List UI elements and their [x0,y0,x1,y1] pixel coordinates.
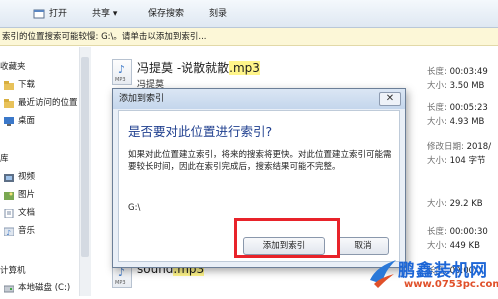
file-meta-2: 大小: 29.2 KB [427,199,483,209]
burn-label: 刻录 [209,9,228,19]
file-meta-1: 修改日期: 2018/ [427,142,492,152]
desktop-icon [4,116,14,126]
file-meta-1: 长度: 00:05:23 [427,103,488,113]
navigation-pane: 收藏夹 下载 最近访问的位置 桌面 库 视频 图片 文档 ♪ 音乐 计算机 本地磁… [0,47,91,296]
close-button[interactable]: ✕ [379,92,401,106]
dialog-title-bar[interactable]: 添加到索引 ✕ [113,89,405,109]
watermark-title: 鹏鑫装机网 [398,261,488,281]
nav-libraries[interactable]: 库 [0,151,9,167]
share-button[interactable]: 共享 ▾ [92,7,117,21]
site-watermark: 鹏鑫装机网 www.0753pc.com [368,254,498,294]
file-meta-2: 大小: 449 KB [427,241,480,251]
nav-recent-places[interactable]: 最近访问的位置 [4,95,78,111]
video-folder-icon [4,172,14,182]
file-meta-1: 长度: 00:00:30 [427,227,488,237]
dialog-title: 添加到索引 [119,94,165,104]
file-meta-2: 大小: 4.93 MB [427,117,485,127]
save-search-button[interactable]: 保存搜索 [148,7,184,21]
open-icon [33,9,45,19]
nav-pictures-label: 图片 [18,190,36,200]
nav-videos[interactable]: 视频 [4,169,35,185]
open-label: 打开 [49,9,68,19]
open-button[interactable]: 打开 [33,7,67,21]
file-meta-2: 大小: 3.50 MB [427,81,485,91]
nav-desktop-label: 桌面 [18,116,36,126]
nav-documents[interactable]: 文档 [4,205,35,221]
share-label: 共享 ▾ [92,9,118,19]
document-folder-icon [4,208,14,219]
nav-downloads-label: 下载 [18,80,36,90]
command-bar: 打开 共享 ▾ 保存搜索 刻录 [0,0,498,28]
nav-music[interactable]: ♪ 音乐 [3,223,36,239]
download-folder-icon [4,80,14,90]
index-info-bar[interactable]: 索引的位置搜索可能较慢: G:\。请单击以添加到索引... [0,28,498,46]
dialog-path: G:\ [128,203,141,213]
nav-desktop[interactable]: 桌面 [4,113,35,129]
nav-pictures[interactable]: 图片 [4,187,35,203]
nav-recent-label: 最近访问的位置 [18,98,78,108]
nav-drive-label: 本地磁盘 (C:) [18,283,71,293]
file-meta-1: 长度: 00:03:49 [427,67,488,77]
nav-scrollbar-thumb[interactable] [81,57,89,257]
dialog-description: 如果对此位置建立索引，将来的搜索将更快。对此位置建立索引可能需要较长时间，因此在… [128,150,392,172]
info-bar-text: 索引的位置搜索可能较慢: G:\。请单击以添加到索引... [2,32,207,42]
picture-folder-icon [4,190,14,200]
nav-computer[interactable]: 计算机 [0,263,26,279]
phoenix-logo-icon [370,260,396,288]
nav-downloads[interactable]: 下载 [4,77,35,93]
save-search-label: 保存搜索 [148,9,185,19]
mp3-file-icon: ♪ MP3 [112,59,132,85]
nav-favorites[interactable]: 收藏夹 [0,59,26,75]
burn-button[interactable]: 刻录 [209,7,227,21]
nav-libraries-label: 库 [0,154,9,164]
cancel-button[interactable]: 取消 [337,237,389,255]
nav-drive-c[interactable]: 本地磁盘 (C:) [3,280,71,296]
highlight-box [234,218,340,258]
nav-videos-label: 视频 [18,172,36,182]
drive-icon [3,283,15,293]
music-folder-icon: ♪ [3,226,15,237]
watermark-url: www.0753pc.com [404,279,498,290]
nav-computer-label: 计算机 [0,266,26,276]
recent-places-icon [4,98,14,108]
nav-scrollbar[interactable] [79,47,91,296]
nav-documents-label: 文档 [18,208,36,218]
svg-text:♪: ♪ [7,229,11,236]
nav-favorites-label: 收藏夹 [0,62,26,72]
dialog-heading: 是否要对此位置进行索引? [128,124,273,139]
nav-music-label: 音乐 [18,226,36,236]
file-name: 冯提莫 -说散就散.mp3 [137,61,260,75]
file-meta-2: 大小: 104 字节 [427,156,486,166]
